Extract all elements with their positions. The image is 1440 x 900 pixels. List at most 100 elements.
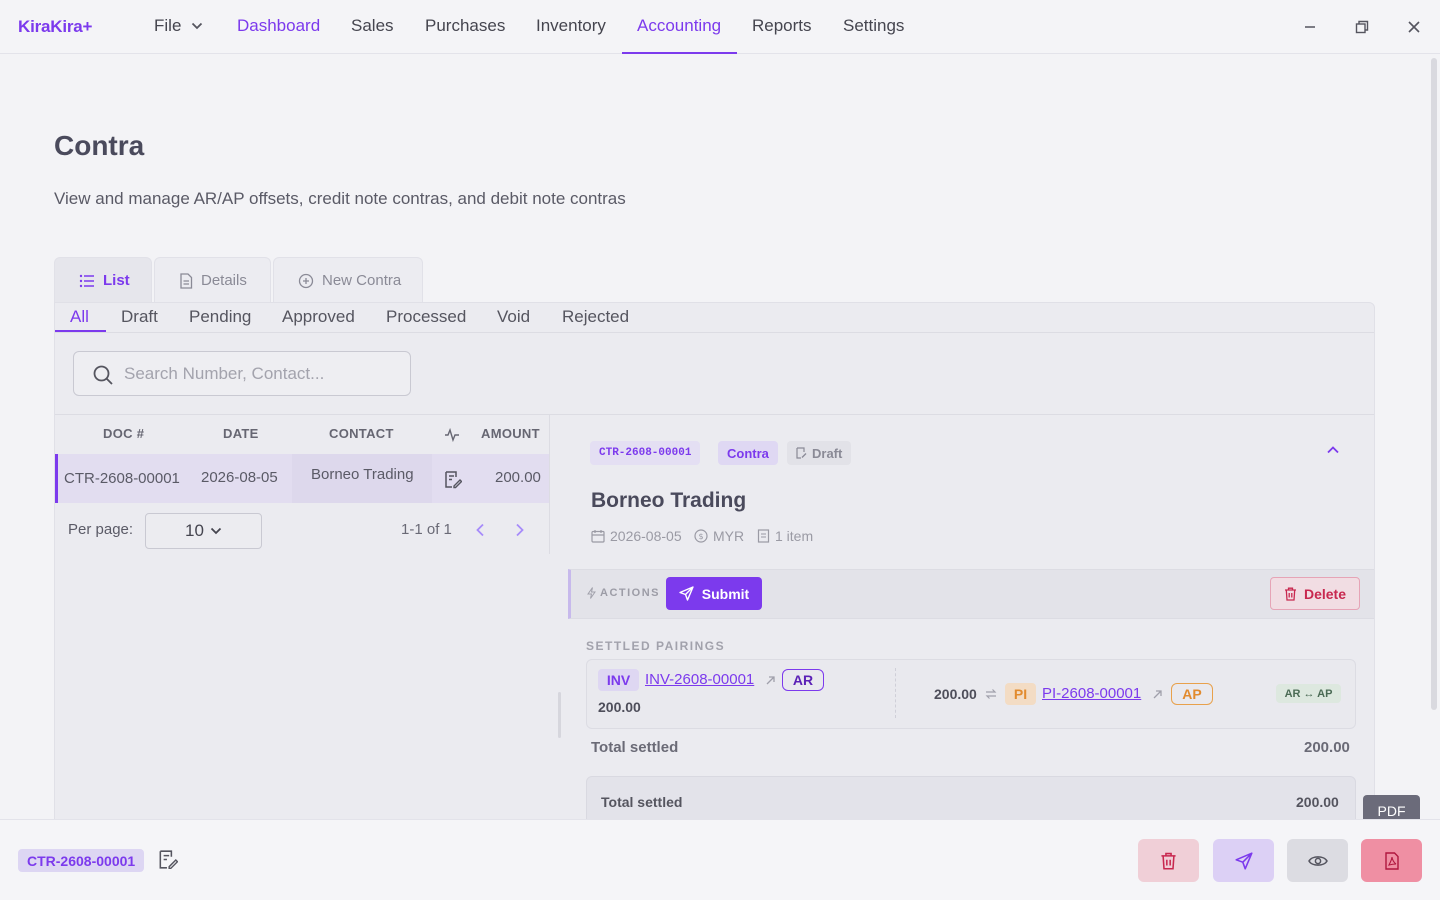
tab-details-label: Details <box>201 272 247 289</box>
tab-list-label: List <box>103 272 130 289</box>
status-tab-void[interactable]: Void <box>497 307 530 327</box>
delete-button[interactable]: Delete <box>1270 577 1360 610</box>
nav-reports[interactable]: Reports <box>752 16 812 36</box>
minimize-icon <box>1305 26 1315 28</box>
pagination-range: 1-1 of 1 <box>401 521 452 538</box>
trash-icon <box>1284 587 1296 601</box>
page-scrollbar[interactable] <box>1431 58 1437 710</box>
list-icon <box>79 274 94 287</box>
pane-resize-handle[interactable] <box>558 692 561 738</box>
nav-sales[interactable]: Sales <box>351 16 394 36</box>
external-link-icon[interactable] <box>765 675 776 686</box>
status-tab-rejected[interactable]: Rejected <box>562 307 629 327</box>
minimize-button[interactable] <box>1299 16 1321 38</box>
col-header-amount[interactable]: AMOUNT <box>481 426 540 441</box>
search-input[interactable] <box>124 362 394 386</box>
meta-currency-text: MYR <box>713 528 745 544</box>
swap-icon <box>985 689 997 699</box>
meta-date: 2026-08-05 <box>591 528 682 544</box>
chevron-up-icon[interactable] <box>1326 445 1340 455</box>
invoice-link[interactable]: INV-2608-00001 <box>645 671 754 688</box>
draft-icon <box>796 447 807 459</box>
status-tabs-divider <box>55 332 1374 333</box>
bottom-pdf-button[interactable] <box>1361 839 1422 882</box>
calendar-icon <box>591 530 605 543</box>
submit-button[interactable]: Submit <box>666 577 762 610</box>
col-header-doc[interactable]: DOC # <box>103 426 144 441</box>
nav-purchases[interactable]: Purchases <box>425 16 505 36</box>
chevron-left-icon <box>476 523 484 537</box>
app-logo[interactable]: KiraKira+ <box>18 17 92 37</box>
tab-details[interactable]: Details <box>154 257 271 303</box>
summary-total-value: 200.00 <box>1296 794 1339 810</box>
lightning-icon <box>587 587 596 599</box>
tab-list[interactable]: List <box>54 257 152 303</box>
row-contact: Borneo Trading <box>311 466 414 483</box>
contact-name: Borneo Trading <box>591 489 747 512</box>
per-page-label: Per page: <box>68 521 134 538</box>
plus-circle-icon <box>298 273 314 288</box>
status-tab-processed[interactable]: Processed <box>386 307 466 327</box>
bottom-delete-button[interactable] <box>1138 839 1199 882</box>
meta-currency: $ MYR <box>694 528 744 544</box>
actions-label-text: ACTIONS <box>600 587 660 599</box>
meta-items: 1 item <box>757 528 813 544</box>
status-badge-label: Draft <box>812 445 843 461</box>
close-button[interactable] <box>1403 16 1425 38</box>
type-badge: Contra <box>718 441 778 465</box>
edit-note-icon[interactable] <box>443 470 462 489</box>
page-subtitle: View and manage AR/AP offsets, credit no… <box>54 189 626 208</box>
settled-pairings-title: SETTLED PAIRINGS <box>586 639 726 653</box>
nav-inventory[interactable]: Inventory <box>536 16 606 36</box>
next-page-button[interactable] <box>510 520 530 540</box>
ap-tag: AP <box>1171 683 1213 705</box>
list-detail-divider <box>549 414 550 554</box>
file-menu-label: File <box>154 16 182 35</box>
meta-date-text: 2026-08-05 <box>610 528 682 544</box>
status-tab-pending[interactable]: Pending <box>189 307 251 327</box>
total-settled-label: Total settled <box>591 739 679 756</box>
file-menu[interactable]: File <box>154 16 203 36</box>
prev-page-button[interactable] <box>470 520 490 540</box>
status-tab-approved[interactable]: Approved <box>282 307 355 327</box>
doc-code-badge: CTR-2608-00001 <box>590 441 701 465</box>
nav-dashboard[interactable]: Dashboard <box>237 16 320 36</box>
trash-icon <box>1161 852 1176 869</box>
restore-icon <box>1355 20 1369 34</box>
page-title: Contra <box>54 130 145 161</box>
external-link-icon[interactable] <box>1152 689 1163 700</box>
close-icon <box>1408 21 1420 33</box>
pi-tag: PI <box>1005 683 1036 705</box>
eye-icon <box>1307 855 1328 866</box>
row-amount: 200.00 <box>495 469 541 486</box>
pairing-separator <box>895 668 896 718</box>
nav-accounting[interactable]: Accounting <box>637 16 721 36</box>
receipt-icon <box>757 529 770 543</box>
tab-new-contra[interactable]: New Contra <box>273 257 423 303</box>
col-header-date[interactable]: DATE <box>223 426 259 441</box>
status-tab-draft[interactable]: Draft <box>121 307 158 327</box>
per-page-select[interactable]: 10 <box>145 513 262 549</box>
purchase-invoice-link[interactable]: PI-2608-00001 <box>1042 685 1141 702</box>
send-icon <box>1234 851 1253 870</box>
document-icon <box>180 272 193 289</box>
pdf-file-icon <box>1384 851 1399 870</box>
restore-button[interactable] <box>1351 16 1373 38</box>
activity-icon <box>445 428 459 442</box>
chevron-down-icon <box>210 527 222 535</box>
status-tab-all[interactable]: All <box>70 307 89 327</box>
col-header-contact[interactable]: CONTACT <box>329 426 394 441</box>
left-amount: 200.00 <box>598 699 641 715</box>
search-icon <box>93 365 113 385</box>
edit-note-icon[interactable] <box>157 849 178 870</box>
send-icon <box>679 586 694 601</box>
search-box <box>73 351 411 396</box>
chevron-right-icon <box>516 523 524 537</box>
nav-settings[interactable]: Settings <box>843 16 904 36</box>
row-date: 2026-08-05 <box>201 469 278 486</box>
currency-icon: $ <box>694 529 708 543</box>
bottom-submit-button[interactable] <box>1213 839 1274 882</box>
bottom-preview-button[interactable] <box>1287 839 1348 882</box>
bottom-doc-code: CTR-2608-00001 <box>18 849 145 872</box>
row-doc: CTR-2608-00001 <box>64 470 180 487</box>
